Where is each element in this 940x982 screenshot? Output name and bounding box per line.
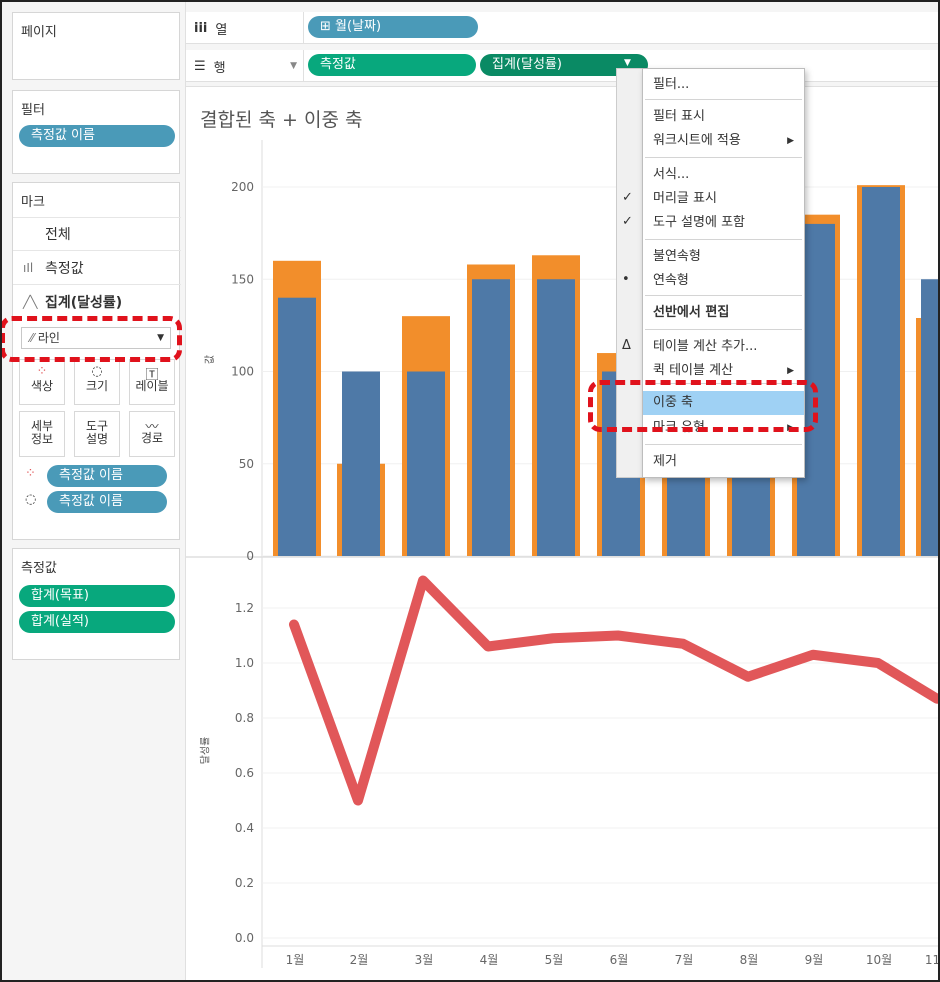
menu-separator bbox=[645, 444, 802, 445]
y-tick-label: 100 bbox=[231, 365, 254, 379]
menu-item[interactable]: 도구 설명에 포함 bbox=[643, 211, 804, 235]
highlight-dual-axis bbox=[588, 380, 818, 432]
y-tick-label: 50 bbox=[239, 457, 254, 471]
y-tick-label: 0.0 bbox=[235, 931, 254, 945]
menu-check-icon: ✓ bbox=[622, 190, 633, 205]
menu-separator bbox=[645, 329, 802, 330]
bar-actual bbox=[278, 297, 316, 556]
bar-actual bbox=[862, 187, 900, 556]
menu-check-icon: Δ bbox=[622, 338, 631, 353]
menu-item[interactable]: 필터... bbox=[643, 73, 804, 97]
bar-actual bbox=[472, 279, 510, 556]
menu-item[interactable]: 연속형 bbox=[643, 269, 804, 293]
bar-actual bbox=[342, 371, 380, 556]
menu-separator bbox=[645, 99, 802, 100]
menu-separator bbox=[645, 239, 802, 240]
x-tick-label: 8월 bbox=[740, 953, 759, 967]
menu-separator bbox=[645, 157, 802, 158]
y-tick-label: 0.2 bbox=[235, 876, 254, 890]
y-tick-label: 1.2 bbox=[235, 601, 254, 615]
y-tick-label: 0.8 bbox=[235, 711, 254, 725]
menu-item[interactable]: 서식... bbox=[643, 163, 804, 187]
menu-item[interactable]: 워크시트에 적용 ▶ bbox=[643, 129, 804, 153]
x-tick-label: 7월 bbox=[675, 953, 694, 967]
submenu-arrow-icon: ▶ bbox=[787, 136, 794, 146]
bar-actual bbox=[537, 279, 575, 556]
x-tick-label: 1월 bbox=[286, 953, 305, 967]
y-tick-label: 0.6 bbox=[235, 766, 254, 780]
bar-actual bbox=[407, 371, 445, 556]
menu-item[interactable]: 선반에서 편집 bbox=[643, 301, 804, 325]
x-tick-label: 5월 bbox=[545, 953, 564, 967]
x-tick-label: 10월 bbox=[866, 953, 892, 967]
x-tick-label: 4월 bbox=[480, 953, 499, 967]
x-tick-label: 11월 bbox=[925, 953, 940, 967]
y-tick-label: 150 bbox=[231, 272, 254, 286]
menu-item[interactable]: 테이블 계산 추가... bbox=[643, 335, 804, 359]
menu-item[interactable]: 제거 bbox=[643, 450, 804, 474]
y-tick-label: 0.4 bbox=[235, 821, 254, 835]
menu-check-icon: • bbox=[622, 272, 630, 287]
x-tick-label: 9월 bbox=[805, 953, 824, 967]
menu-check-icon: ✓ bbox=[622, 214, 633, 229]
menu-item[interactable]: 필터 표시 bbox=[643, 105, 804, 129]
x-tick-label: 3월 bbox=[415, 953, 434, 967]
menu-item[interactable]: 머리글 표시 bbox=[643, 187, 804, 211]
highlight-mark-type bbox=[0, 316, 182, 362]
line-achievement bbox=[289, 575, 940, 806]
x-tick-label: 6월 bbox=[610, 953, 629, 967]
y-tick-label: 0 bbox=[246, 549, 254, 563]
bar-actual bbox=[921, 279, 940, 556]
menu-item[interactable]: 불연속형 bbox=[643, 245, 804, 269]
y-tick-label: 200 bbox=[231, 180, 254, 194]
x-tick-label: 2월 bbox=[350, 953, 369, 967]
y-tick-label: 1.0 bbox=[235, 656, 254, 670]
menu-separator bbox=[645, 295, 802, 296]
